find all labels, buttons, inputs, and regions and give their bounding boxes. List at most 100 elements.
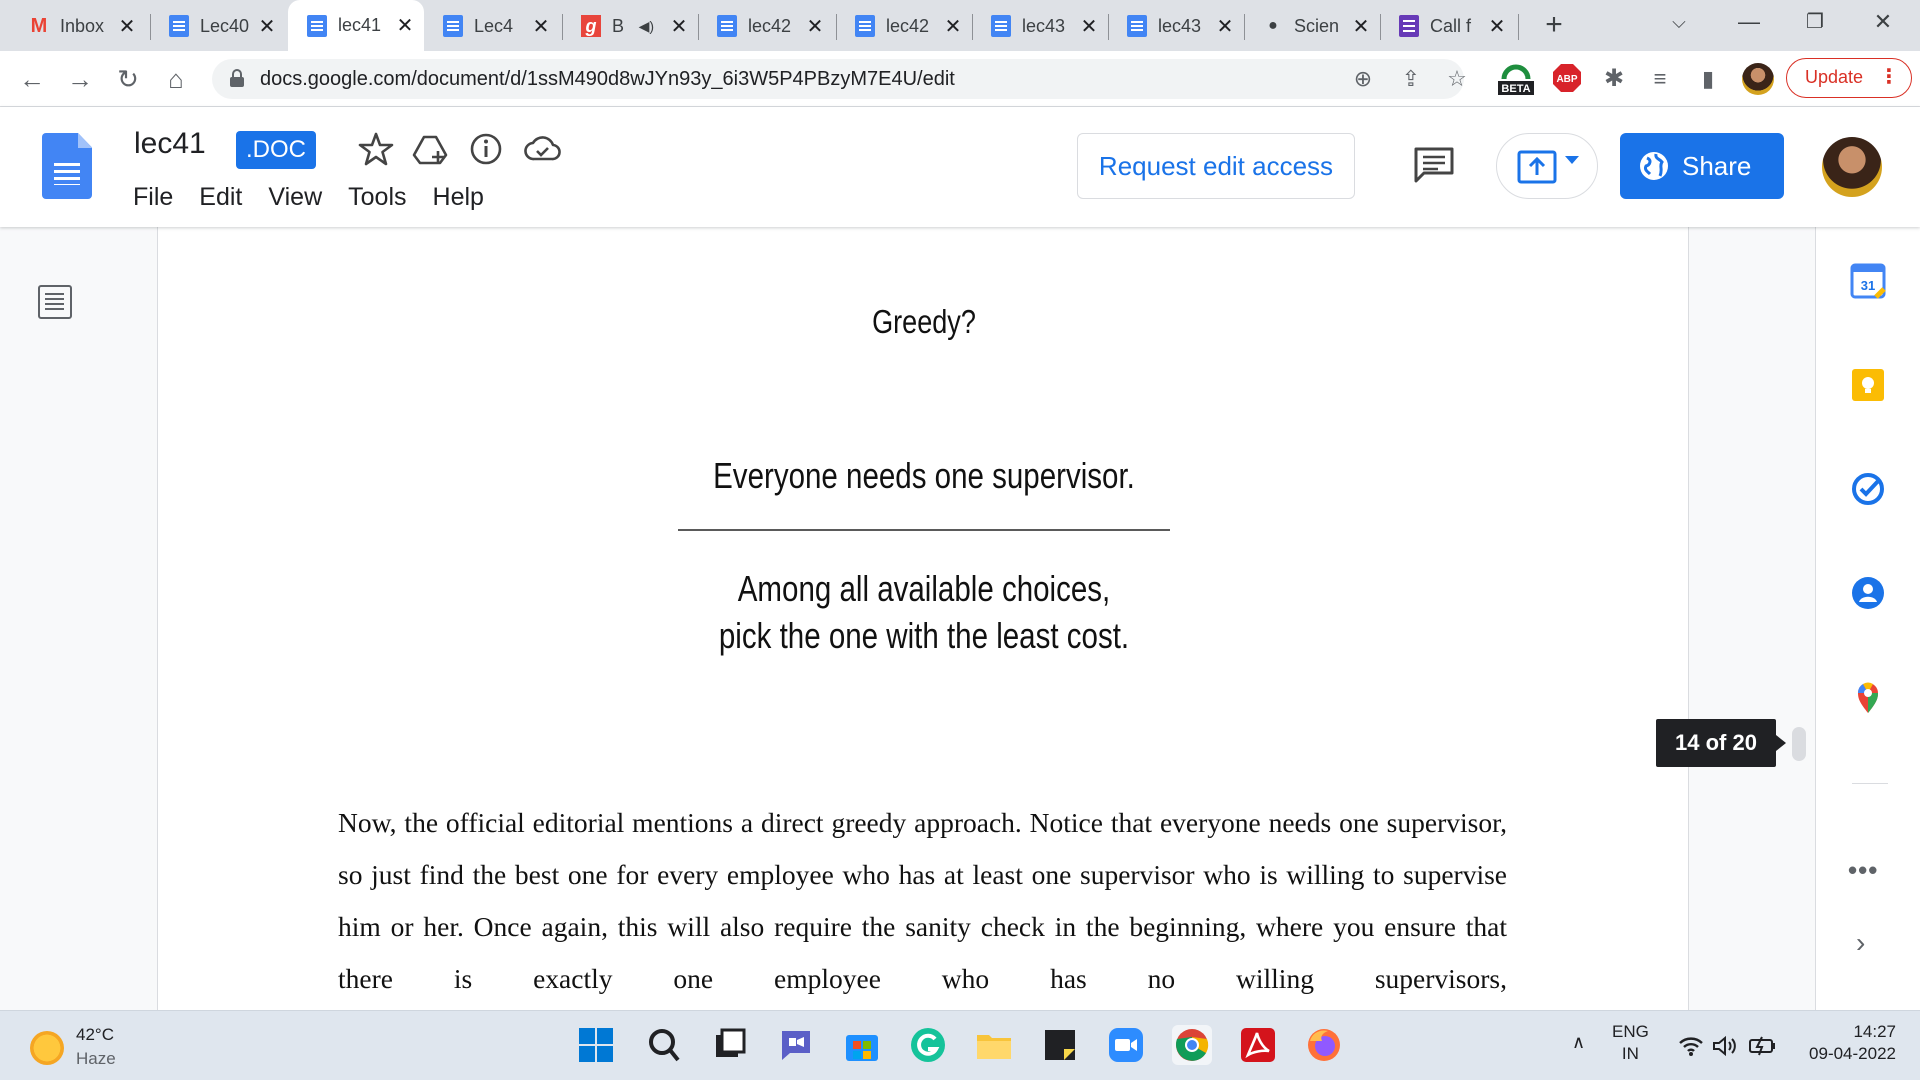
wifi-icon[interactable] [1678, 1035, 1704, 1057]
update-button[interactable]: Update ⋮ [1786, 58, 1912, 98]
clock[interactable]: 14:27 09-04-2022 [1796, 1021, 1896, 1065]
keep-icon[interactable] [1850, 367, 1886, 403]
close-tab-icon[interactable]: ✕ [668, 14, 690, 39]
close-tab-icon[interactable]: ✕ [1214, 14, 1236, 39]
tasks-icon[interactable] [1850, 471, 1886, 507]
close-tab-icon[interactable]: ✕ [1486, 14, 1508, 39]
new-tab-icon[interactable]: + [1536, 8, 1572, 44]
profile-avatar[interactable] [1738, 59, 1778, 99]
menu-view[interactable]: View [255, 179, 335, 216]
menu-help[interactable]: Help [420, 179, 497, 216]
tab-call[interactable]: Call f ✕ [1380, 8, 1516, 44]
restore-icon[interactable]: ❐ [1788, 0, 1842, 44]
move-to-drive-icon[interactable] [410, 129, 450, 169]
tab-b[interactable]: g B ◀) ✕ [562, 8, 698, 44]
speaker-icon[interactable]: ◀) [639, 18, 654, 35]
tab-title: B [612, 15, 625, 36]
request-edit-access-button[interactable]: Request edit access [1077, 133, 1355, 199]
search-icon[interactable] [644, 1025, 684, 1065]
adblock-plus-icon[interactable]: ABP [1552, 63, 1582, 98]
reading-list-icon[interactable]: ≡ [1640, 59, 1680, 99]
close-tab-icon[interactable]: ✕ [804, 14, 826, 39]
weather-condition[interactable]: Haze [76, 1049, 116, 1069]
tab-lec4[interactable]: Lec4 ✕ [424, 8, 560, 44]
docs-logo-icon[interactable] [42, 133, 92, 199]
more-icon[interactable]: ••• [1848, 855, 1878, 886]
menu-tools[interactable]: Tools [335, 179, 419, 216]
comments-icon[interactable] [1412, 145, 1456, 185]
close-tab-icon[interactable]: ✕ [530, 14, 552, 39]
minimize-icon[interactable]: — [1722, 0, 1776, 44]
star-icon[interactable] [356, 129, 396, 169]
tab-inbox[interactable]: M Inbox ✕ [10, 8, 146, 44]
battery-icon[interactable] [1748, 1035, 1778, 1057]
contacts-icon[interactable] [1850, 575, 1886, 611]
close-tab-icon[interactable]: ✕ [256, 14, 278, 39]
tab-lec43-2[interactable]: lec43 ✕ [1108, 8, 1244, 44]
close-tab-icon[interactable]: ✕ [1078, 14, 1100, 39]
side-panel-icon[interactable]: ▮ [1688, 59, 1728, 99]
address-bar[interactable]: docs.google.com/document/d/1ssM490d8wJYn… [212, 59, 1467, 99]
tab-lec42-2[interactable]: lec42 ✕ [836, 8, 972, 44]
tab-title: Inbox [60, 15, 105, 36]
clock-time: 14:27 [1853, 1022, 1896, 1041]
menu-edit[interactable]: Edit [186, 179, 255, 216]
back-icon[interactable]: ← [12, 59, 52, 99]
info-icon[interactable] [466, 129, 506, 169]
maps-icon[interactable] [1850, 679, 1886, 715]
expand-panel-icon[interactable]: › [1856, 927, 1865, 959]
reload-icon[interactable]: ↻ [108, 59, 148, 99]
chrome-icon[interactable] [1172, 1025, 1212, 1065]
show-hidden-icons[interactable]: ∧ [1572, 1031, 1585, 1053]
file-explorer-icon[interactable] [974, 1025, 1014, 1065]
windows-start-icon[interactable] [576, 1025, 616, 1065]
teams-chat-icon[interactable] [776, 1025, 816, 1065]
windows-taskbar: 42°C Haze ∧ ENG IN 14:27 09-04-2022 [0, 1010, 1920, 1080]
calendar-icon[interactable]: 31 [1850, 263, 1886, 299]
tab-lec43[interactable]: lec43 ✕ [972, 8, 1108, 44]
account-avatar[interactable] [1822, 137, 1882, 197]
forms-icon [1398, 15, 1420, 37]
weather-sun-icon[interactable] [30, 1031, 64, 1065]
acrobat-icon[interactable] [1238, 1025, 1278, 1065]
share-page-icon[interactable]: ⇪ [1396, 65, 1426, 93]
forward-icon[interactable]: → [60, 59, 100, 99]
extension-beta-icon[interactable]: BETA [1496, 59, 1536, 104]
close-tab-icon[interactable]: ✕ [394, 13, 416, 38]
share-button[interactable]: Share [1620, 133, 1784, 199]
document-outline-icon[interactable] [38, 285, 72, 319]
sticky-notes-icon[interactable] [1040, 1025, 1080, 1065]
close-tab-icon[interactable]: ✕ [1350, 14, 1372, 39]
zoom-app-icon[interactable] [1106, 1025, 1146, 1065]
volume-icon[interactable] [1712, 1035, 1738, 1057]
firefox-icon[interactable] [1304, 1025, 1344, 1065]
extensions-puzzle-icon[interactable]: ✱ [1594, 59, 1634, 99]
language-indicator[interactable]: ENG IN [1612, 1021, 1649, 1065]
document-title[interactable]: lec41 [134, 127, 206, 161]
slide-line-3: pick the one with the least cost. [718, 615, 1130, 656]
tab-scien[interactable]: ● Scien ✕ [1244, 8, 1380, 44]
lock-icon[interactable] [230, 69, 244, 87]
present-button[interactable] [1496, 133, 1598, 199]
tab-lec42[interactable]: lec42 ✕ [698, 8, 834, 44]
home-icon[interactable]: ⌂ [156, 59, 196, 99]
url-text[interactable]: docs.google.com/document/d/1ssM490d8wJYn… [260, 68, 955, 91]
globe-icon [1640, 152, 1668, 180]
task-view-icon[interactable] [710, 1025, 750, 1065]
grammarly-icon[interactable] [908, 1025, 948, 1065]
close-tab-icon[interactable]: ✕ [942, 14, 964, 39]
clock-date: 09-04-2022 [1809, 1044, 1896, 1063]
cloud-saved-icon[interactable] [522, 129, 562, 169]
scrollbar-thumb[interactable] [1792, 727, 1806, 761]
tab-lec40[interactable]: Lec40 ✕ [150, 8, 286, 44]
microsoft-store-icon[interactable] [842, 1025, 882, 1065]
bookmark-star-icon[interactable]: ☆ [1442, 65, 1472, 93]
close-window-icon[interactable]: ✕ [1856, 0, 1910, 44]
weather-temperature[interactable]: 42°C [76, 1025, 114, 1045]
zoom-icon[interactable]: ⊕ [1348, 65, 1378, 93]
tab-search-icon[interactable]: ⌵ [1652, 0, 1706, 44]
close-tab-icon[interactable]: ✕ [116, 14, 138, 39]
menu-file[interactable]: File [120, 179, 186, 216]
tab-lec41[interactable]: lec41 ✕ [288, 0, 424, 51]
document-canvas: Greedy? Everyone needs one supervisor. A… [0, 227, 1815, 1010]
